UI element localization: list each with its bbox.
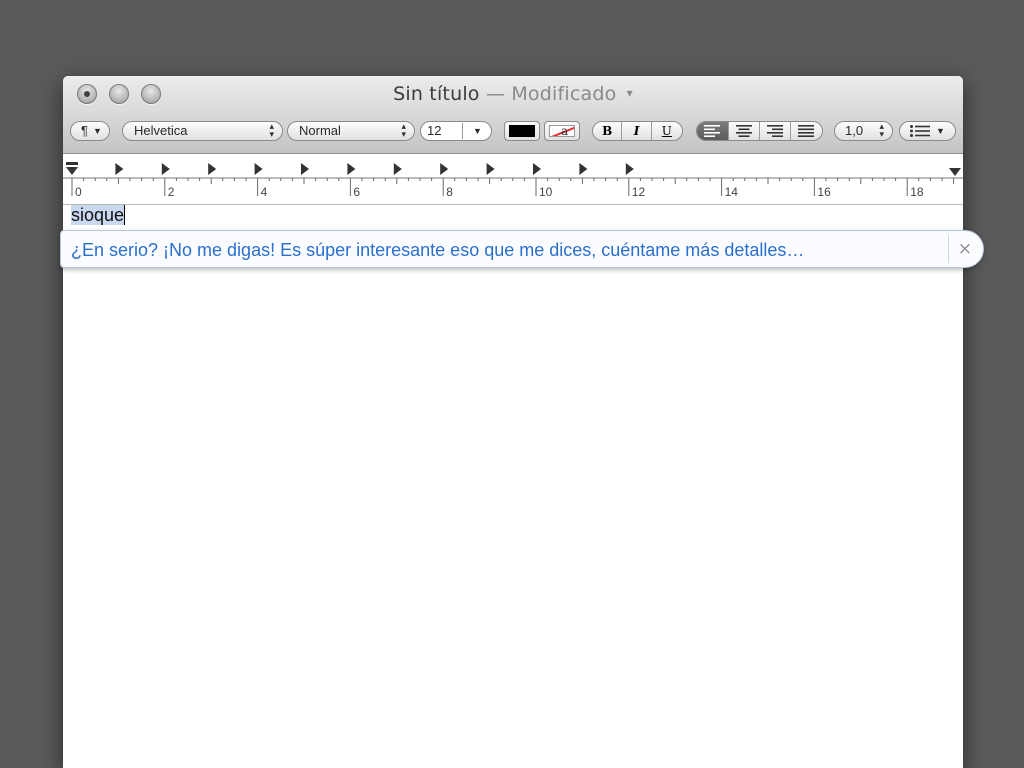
tab-stop-icon[interactable] [393, 163, 402, 175]
tab-stop-icon[interactable] [625, 163, 634, 175]
font-family-popup[interactable]: Helvetica ▴ ▾ [122, 121, 283, 141]
document-text[interactable]: sioque [71, 205, 126, 226]
tab-stop-icon[interactable] [440, 163, 449, 175]
chevron-down-icon: ▼ [936, 126, 945, 136]
window-title[interactable]: Sin título — Modificado ▾ [63, 83, 963, 105]
align-center-button[interactable] [729, 122, 760, 140]
ruler-label: 0 [75, 185, 82, 199]
tab-stop-icon[interactable] [161, 163, 170, 175]
pilcrow-icon: ¶ [81, 123, 88, 138]
up-down-arrows-icon: ▴ ▾ [401, 121, 406, 139]
document-title: Sin título [393, 83, 480, 105]
align-left-icon [704, 125, 721, 137]
dismiss-suggestion-close-icon[interactable]: × [958, 239, 972, 259]
ruler-label: 14 [724, 185, 738, 199]
alignment-buttons [696, 121, 823, 141]
title-menu-chevron-icon: ▾ [626, 86, 633, 100]
textedit-window: Sin título — Modificado ▾ ¶ ▼ Helvetica … [63, 76, 963, 768]
window-titlebar-toolbar: Sin título — Modificado ▾ ¶ ▼ Helvetica … [63, 76, 963, 154]
justify-button[interactable] [791, 122, 822, 140]
highlight-a-glyph: a [561, 125, 569, 137]
suggestion-divider [948, 235, 949, 263]
up-down-arrows-icon: ▴ ▾ [879, 121, 884, 139]
font-family-value: Helvetica [134, 123, 188, 138]
text-color-well[interactable] [504, 121, 540, 141]
ruler-label: 18 [910, 185, 924, 199]
paragraph-styles-button[interactable]: ¶ ▼ [70, 121, 110, 141]
line-spacing-popup[interactable]: 1,0 ▴ ▾ [834, 121, 893, 141]
underline-button[interactable]: U [652, 122, 682, 140]
align-right-icon [766, 125, 783, 137]
ruler-label: 12 [631, 185, 646, 199]
text-style-buttons: B I U [592, 121, 683, 141]
right-margin-marker-icon[interactable] [949, 168, 961, 176]
text-color-swatch [509, 125, 535, 137]
justify-icon [798, 125, 815, 137]
font-style-value: Normal [299, 123, 341, 138]
font-size-divider [462, 123, 463, 139]
chevron-down-icon: ▼ [93, 126, 102, 136]
align-right-button[interactable] [760, 122, 791, 140]
bold-button[interactable]: B [593, 122, 623, 140]
document-editor[interactable]: sioque [63, 205, 963, 768]
font-size-input[interactable]: 12 [427, 122, 441, 140]
ruler-label: 16 [817, 185, 831, 199]
tab-stop-icon[interactable] [486, 163, 495, 175]
list-bullets-icon [910, 125, 930, 137]
line-spacing-value: 1,0 [845, 123, 864, 138]
ruler[interactable]: 0 2 4 6 8 10 12 14 16 18 [63, 154, 963, 205]
ruler-label: 2 [167, 185, 175, 199]
up-down-arrows-icon: ▴ ▾ [269, 121, 274, 139]
tab-stop-icon[interactable] [579, 163, 588, 175]
tab-stop-icon[interactable] [347, 163, 356, 175]
ruler-label: 6 [353, 185, 361, 199]
chevron-down-icon[interactable]: ▼ [473, 122, 482, 140]
ruler-label: 10 [539, 185, 553, 199]
no-color-swatch: a [549, 125, 575, 137]
tab-stop-icon[interactable] [533, 163, 541, 175]
selected-word: sioque [71, 205, 125, 225]
tab-stop-icon[interactable] [301, 163, 309, 175]
ruler-label: 8 [446, 185, 453, 199]
tab-stop-icon[interactable] [208, 163, 217, 175]
highlight-color-well[interactable]: a [544, 121, 580, 141]
align-left-button[interactable] [697, 122, 729, 140]
font-size-combo[interactable]: 12 ▼ [420, 121, 492, 141]
italic-button[interactable]: I [622, 122, 652, 140]
tab-stop-icon[interactable] [254, 163, 263, 175]
suggestion-text[interactable]: ¿En serio? ¡No me digas! Es súper intere… [71, 240, 804, 261]
font-style-popup[interactable]: Normal ▴ ▾ [287, 121, 415, 141]
align-center-icon [735, 125, 752, 137]
document-status: — Modificado [485, 83, 617, 105]
left-indent-marker-icon[interactable] [66, 162, 78, 175]
autocorrect-suggestion[interactable]: ¿En serio? ¡No me digas! Es súper intere… [60, 230, 984, 268]
text-cursor [124, 205, 126, 225]
tab-stop-icon[interactable] [115, 163, 124, 175]
lists-popup[interactable]: ▼ [899, 121, 956, 141]
ruler-label: 4 [260, 185, 268, 199]
